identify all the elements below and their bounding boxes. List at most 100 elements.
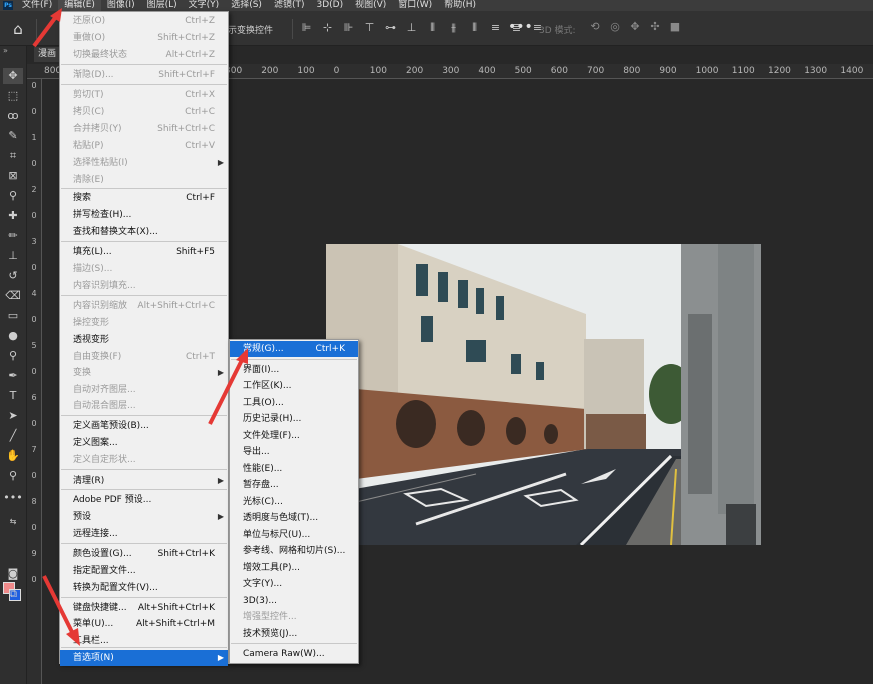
preferences-menu-item[interactable]: 参考线、网格和切片(S)... <box>230 543 358 559</box>
line-tool-icon[interactable]: ╱ <box>3 428 23 444</box>
preferences-menu-item[interactable]: 工具(O)... <box>230 395 358 411</box>
menubar-item[interactable]: 图像(I) <box>101 0 141 11</box>
edit-menu-item[interactable]: 内容识别填充... <box>60 278 228 294</box>
eyedropper-tool-icon[interactable]: ⚲ <box>3 188 23 204</box>
edit-menu-item[interactable]: 键盘快捷键... Alt+Shift+Ctrl+K <box>60 600 228 616</box>
collapse-icon[interactable]: » <box>3 46 8 55</box>
edit-menu-item[interactable]: 自动混合图层... <box>60 398 228 414</box>
edit-menu-item[interactable]: 搜索 Ctrl+F <box>60 190 228 206</box>
healing-brush-tool-icon[interactable]: ✚ <box>3 208 23 224</box>
history-brush-tool-icon[interactable]: ↺ <box>3 268 23 284</box>
dodge-tool-icon[interactable]: ⚲ <box>3 348 23 364</box>
quick-mask-icon[interactable]: ◙ <box>3 566 23 582</box>
home-icon[interactable]: ⌂ <box>6 19 30 39</box>
preferences-menu-item[interactable]: 技术预览(J)... <box>230 626 358 642</box>
edit-menu-item[interactable]: 转换为配置文件(V)... <box>60 580 228 596</box>
preferences-menu-item[interactable]: 常规(G)... Ctrl+K <box>230 341 358 357</box>
preferences-menu-item[interactable]: 3D(3)... <box>230 593 358 609</box>
edit-menu-item[interactable]: 首选项(N) ▶ <box>60 650 228 666</box>
align-top-icon[interactable]: ⊤ <box>363 21 376 34</box>
menubar-item[interactable]: 视图(V) <box>349 0 392 11</box>
move-tool-icon[interactable]: ✥ <box>3 68 23 84</box>
menubar-item[interactable]: 窗口(W) <box>392 0 438 11</box>
lasso-tool-icon[interactable]: ꝏ <box>3 108 23 124</box>
preferences-menu-item[interactable]: 导出... <box>230 444 358 460</box>
preferences-menu-item[interactable]: 光标(C)... <box>230 494 358 510</box>
preferences-menu-item[interactable]: 透明度与色域(T)... <box>230 510 358 526</box>
edit-menu-item[interactable]: 清除(E) <box>60 172 228 188</box>
edit-menu-item[interactable]: 定义图案... <box>60 435 228 451</box>
edit-menu-item[interactable]: 颜色设置(G)... Shift+Ctrl+K <box>60 546 228 562</box>
distribute-center-icon[interactable]: ⫵ <box>447 21 460 34</box>
preferences-menu-item[interactable]: 界面(I)... <box>230 362 358 378</box>
crop-tool-icon[interactable]: ⌗ <box>3 148 23 164</box>
edit-menu-item[interactable]: 清理(R) ▶ <box>60 473 228 489</box>
menubar-item[interactable]: 3D(D) <box>310 0 349 11</box>
show-transform-controls-label[interactable]: 示变换控件 <box>228 23 273 36</box>
photoshop-logo-icon[interactable]: Ps <box>0 0 16 11</box>
edit-menu-item[interactable]: 远程连接... <box>60 526 228 542</box>
align-bottom-icon[interactable]: ⊥ <box>405 21 418 34</box>
menubar-item[interactable]: 编辑(E) <box>58 0 101 11</box>
blur-tool-icon[interactable]: ● <box>3 328 23 344</box>
menubar-item[interactable]: 帮助(H) <box>438 0 482 11</box>
edit-menu-item[interactable]: 填充(L)... Shift+F5 <box>60 244 228 260</box>
edit-menu-item[interactable]: 定义自定形状... <box>60 452 228 468</box>
orbit-3d-icon[interactable]: ⟲ <box>588 20 602 34</box>
distribute-left-icon[interactable]: ⫴ <box>426 21 439 34</box>
edit-menu-item[interactable]: 切换最终状态 Alt+Ctrl+Z <box>60 47 228 63</box>
hand-tool-icon[interactable]: ✋ <box>3 448 23 464</box>
edit-menu-item[interactable]: 透视变形 <box>60 332 228 348</box>
edit-menu-item[interactable]: 描边(S)... <box>60 261 228 277</box>
align-right-icon[interactable]: ⊪ <box>342 21 355 34</box>
preferences-menu-item[interactable]: 增效工具(P)... <box>230 560 358 576</box>
edit-menu-item[interactable]: 操控变形 <box>60 315 228 331</box>
pen-tool-icon[interactable]: ✒ <box>3 368 23 384</box>
preferences-menu-item[interactable]: 暂存盘... <box>230 477 358 493</box>
preferences-menu-item[interactable]: 性能(E)... <box>230 461 358 477</box>
menubar-item[interactable]: 选择(S) <box>225 0 268 11</box>
edit-menu-item[interactable]: 合并拷贝(Y) Shift+Ctrl+C <box>60 121 228 137</box>
scale-3d-icon[interactable]: ■ <box>668 20 682 34</box>
distribute-right-icon[interactable]: ⫴ <box>468 21 481 34</box>
align-left-icon[interactable]: ⊫ <box>300 21 313 34</box>
edit-menu-item[interactable]: 重做(O) Shift+Ctrl+Z <box>60 30 228 46</box>
menubar-item[interactable]: 滤镜(T) <box>268 0 311 11</box>
edit-menu-item[interactable]: Adobe PDF 预设... <box>60 492 228 508</box>
edit-menu-item[interactable]: 还原(O) Ctrl+Z <box>60 13 228 29</box>
document-tab[interactable]: 漫画 <box>34 47 61 62</box>
edit-menu-item[interactable]: 渐隐(D)... Shift+Ctrl+F <box>60 67 228 83</box>
edit-menu-item[interactable]: 拷贝(C) Ctrl+C <box>60 104 228 120</box>
edit-toolbar-icon[interactable]: ••• <box>3 490 23 506</box>
edit-menu-item[interactable]: 选择性粘贴(I) ▶ <box>60 155 228 171</box>
pan-3d-icon[interactable]: ✥ <box>628 20 642 34</box>
preferences-menu-item[interactable]: 单位与标尺(U)... <box>230 527 358 543</box>
preferences-menu-item[interactable]: 文字(Y)... <box>230 576 358 592</box>
edit-menu-item[interactable]: 指定配置文件... <box>60 563 228 579</box>
preferences-menu-item[interactable]: 工作区(K)... <box>230 378 358 394</box>
preferences-menu-item[interactable]: 历史记录(H)... <box>230 411 358 427</box>
clone-stamp-tool-icon[interactable]: ⊥ <box>3 248 23 264</box>
path-selection-tool-icon[interactable]: ➤ <box>3 408 23 424</box>
frame-tool-icon[interactable]: ⊠ <box>3 168 23 184</box>
preferences-menu-item[interactable]: 增强型控件... <box>230 609 358 625</box>
preferences-menu-item[interactable]: 文件处理(F)... <box>230 428 358 444</box>
align-hcenter-icon[interactable]: ⊹ <box>321 21 334 34</box>
menubar-item[interactable]: 文件(F) <box>16 0 58 11</box>
align-vcenter-icon[interactable]: ⊶ <box>384 21 397 34</box>
slide-3d-icon[interactable]: ✣ <box>648 20 662 34</box>
gradient-tool-icon[interactable]: ▭ <box>3 308 23 324</box>
edit-menu-item[interactable]: 自动对齐图层... <box>60 382 228 398</box>
edit-menu-item[interactable]: 菜单(U)... Alt+Shift+Ctrl+M <box>60 616 228 632</box>
type-tool-icon[interactable]: T <box>3 388 23 404</box>
screen-mode-icon[interactable]: ⧉ <box>3 586 23 602</box>
edit-menu-item[interactable]: 预设 ▶ <box>60 509 228 525</box>
edit-menu-item[interactable]: 拼写检查(H)... <box>60 207 228 223</box>
roll-3d-icon[interactable]: ◎ <box>608 20 622 34</box>
eraser-tool-icon[interactable]: ⌫ <box>3 288 23 304</box>
edit-menu-item[interactable]: 内容识别缩放 Alt+Shift+Ctrl+C <box>60 298 228 314</box>
swap-colors-icon[interactable]: ⇆ <box>3 514 23 530</box>
edit-menu-item[interactable]: 变换 ▶ <box>60 365 228 381</box>
menubar-item[interactable]: 图层(L) <box>141 0 183 11</box>
edit-menu-item[interactable]: 剪切(T) Ctrl+X <box>60 87 228 103</box>
